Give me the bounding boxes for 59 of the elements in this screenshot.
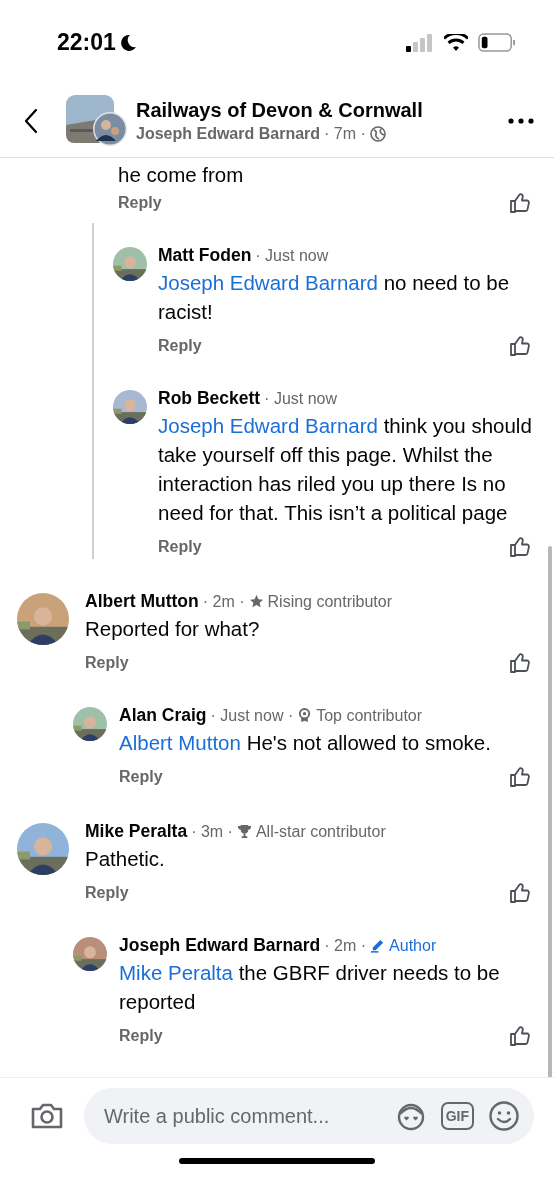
reply-link[interactable]: Reply	[158, 337, 202, 355]
contributor-label: Rising contributor	[267, 592, 392, 611]
comment-time: · Just now ·	[210, 706, 294, 725]
commenter-name[interactable]: Albert Mutton	[85, 591, 199, 612]
thumbs-up-icon[interactable]	[508, 881, 532, 905]
more-icon[interactable]	[508, 118, 534, 124]
battery-icon	[478, 33, 516, 52]
thumbs-up-icon[interactable]	[508, 334, 532, 358]
comment-time: · Just now	[264, 389, 338, 408]
camera-icon[interactable]	[30, 1102, 64, 1130]
group-title[interactable]: Railways of Devon & Cornwall	[136, 99, 508, 122]
reply-link[interactable]: Reply	[119, 1027, 163, 1045]
comment-text: Albert Mutton He's not allowed to smoke.	[119, 730, 492, 756]
comment-text: he come from	[118, 162, 245, 188]
thumbs-up-icon[interactable]	[508, 651, 532, 675]
mention-link[interactable]: Joseph Edward Barnard	[158, 414, 378, 437]
signal-icon	[406, 33, 434, 52]
mention-link[interactable]: Albert Mutton	[119, 731, 241, 754]
gif-button[interactable]: GIF	[440, 1102, 474, 1130]
mention-link[interactable]: Mike Peralta	[119, 961, 233, 984]
thumbs-up-icon[interactable]	[508, 765, 532, 789]
comment-text: Mike Peralta the GBRF driver needs to be reported	[119, 960, 501, 1015]
thumbs-up-icon[interactable]	[508, 535, 532, 559]
reply-link[interactable]: Reply	[118, 194, 162, 212]
comment-time: · 3m ·	[191, 822, 233, 841]
globe-icon	[369, 126, 386, 142]
mention-link[interactable]: Joseph Edward Barnard	[158, 271, 378, 294]
comment-text: Pathetic.	[85, 846, 166, 872]
comment-text: Reported for what?	[85, 616, 261, 642]
thumbs-up-icon[interactable]	[508, 191, 532, 215]
trophy-icon	[236, 824, 252, 839]
contributor-label: All-star contributor	[255, 822, 386, 841]
commenter-name[interactable]: Joseph Edward Barnard	[119, 935, 321, 956]
contributor-label: Author	[389, 936, 437, 955]
pencil-icon	[370, 938, 386, 953]
comment-text: Joseph Edward Barnard no need to be racist!	[158, 270, 511, 325]
comment-time: · 2m ·	[202, 592, 245, 611]
reply-link[interactable]: Reply	[119, 768, 163, 786]
commenter-name[interactable]: Matt Foden	[158, 245, 252, 266]
reply-link[interactable]: Reply	[85, 654, 129, 672]
emoji-icon[interactable]	[488, 1100, 520, 1132]
post-author[interactable]: Joseph Edward Barnard	[136, 125, 321, 143]
contributor-label: Top contributor	[316, 706, 423, 725]
wifi-icon	[444, 33, 468, 52]
thumbs-up-icon[interactable]	[508, 1024, 532, 1048]
comment-text: Joseph Edward Barnard think you should take yourself off this page. Whilst the interaction has riled you up there Is no need for that. This isn’t a political page	[158, 413, 533, 526]
comment-time: · Just now	[255, 246, 329, 265]
commenter-name[interactable]: Mike Peralta	[85, 821, 188, 842]
star-icon	[248, 594, 264, 609]
commenter-name[interactable]: Rob Beckett	[158, 388, 261, 409]
reply-link[interactable]: Reply	[158, 538, 202, 556]
commenter-name[interactable]: Alan Craig	[119, 705, 207, 726]
comment-time: · 2m ·	[324, 936, 367, 955]
comment-input[interactable]: Write a public comment... GIF	[84, 1088, 534, 1144]
clock-time: 22:01	[57, 29, 116, 56]
post-time: · 7m ·	[324, 125, 366, 143]
medal-icon	[297, 708, 313, 723]
reply-link[interactable]: Reply	[85, 884, 129, 902]
back-icon[interactable]	[24, 108, 38, 134]
